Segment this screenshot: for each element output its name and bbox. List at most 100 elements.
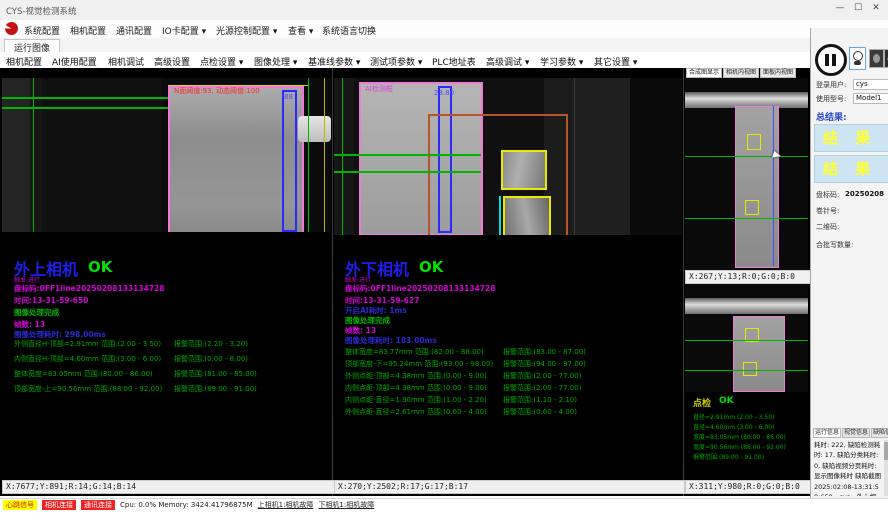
exit-button[interactable] [884,49,888,68]
tab-composite-image[interactable]: 合成图显示 [686,68,722,78]
menu-system-config[interactable]: 系统配置 [24,24,60,37]
result-box-bottom: 结 果 [814,155,888,183]
pause-button[interactable] [815,44,847,76]
bright-band [685,298,808,314]
tab-defect-info[interactable]: 缺陷信息 [871,428,888,438]
mid-baseline-v [342,78,343,235]
measurement-row: 外侧点距-顶部=4.38mm 范围:(0.00 - 9.00) 报警范围:(2.… [345,371,487,381]
measure-text: 内侧点距-顶部=4.38mm 范围:(0.00 - 9.00) [345,384,487,392]
batch-count-label: 合批写数量: [816,240,853,250]
defect-edge-line [499,196,501,235]
camera-link-badge: 相机连接 [42,500,76,510]
maximize-icon[interactable]: ☐ [850,3,866,13]
tool-spotcheck-set[interactable]: 点检设置 ▾ [200,55,243,68]
defect-box [501,150,547,190]
model-value[interactable]: Model1 [853,93,888,104]
composite-image[interactable] [685,78,808,270]
top-camera-fault-link[interactable]: 上相机1:相机故障 [258,500,314,510]
spotcheck-image[interactable] [685,284,808,392]
left-camera-image[interactable]: N面阈值:93, 动态阈值:100 88 [2,78,331,232]
vision-button[interactable] [869,49,884,68]
baseline [685,156,808,157]
tab-camera-inner-view[interactable]: 相机内视图 [723,68,759,78]
tool-learn-param[interactable]: 学习参数 ▾ [540,55,583,68]
left-result-ok: OK [88,258,112,276]
left-time: 时间:13-31-59-650 [14,295,88,306]
baseline [685,370,808,371]
measurement-row: 外侧直径H-顶部=2.91mm 范围:(2.00 - 3.50) 报警范围:(2… [14,339,161,349]
left-baseline [2,97,168,99]
tool-baseline-param[interactable]: 基准线参数 ▾ [308,55,360,68]
qr-label: 二维码: [816,222,839,232]
left-baseline-v [33,78,34,232]
alarm-text: 报警范围:(83.00 - 87.00) [503,347,586,357]
composite-view-tabs: 合成图显示 相机内视图 面板内视图 [686,68,796,78]
result-box-top: 结 果 [814,124,888,152]
spotcheck-view-panel: 点检 OK 直径=2.91mm (2.00 - 3.50) 直径=4.60mm … [685,284,808,492]
minimize-icon[interactable]: — [832,3,848,13]
reel-label: 卷针号: [816,206,839,216]
mid-measure-value: 23.80 [434,89,454,97]
view-tab-bar: 运行图像 [0,38,888,53]
tool-advanced-debug[interactable]: 高级调试 ▾ [486,55,529,68]
toolbar: 相机配置 AI使用配置 相机调试 高级设置 点检设置 ▾ 图像处理 ▾ 基准线参… [0,52,888,69]
measure-text: 整体宽度=83.05mm 范围:(80.00 - 86.00) [14,370,153,378]
spotcheck-row: 宽度=90.56mm (88.00 - 92.00) [693,442,786,451]
left-barcode: 盘标码:0FF1line20250208133134728 [14,283,164,294]
info-scrollbar-thumb[interactable] [884,442,888,460]
tool-advanced-set[interactable]: 高级设置 [154,55,190,68]
spotcheck-row: 直径=2.91mm (2.00 - 3.50) [693,412,774,421]
tool-image-process[interactable]: 图像处理 ▾ [254,55,297,68]
spotcheck-row: 宽度=83.05mm (80.00 - 86.00) [693,432,786,441]
left-measure-value: 88 [284,93,293,101]
tool-plc-table[interactable]: PLC地址表 [432,55,476,68]
camera-user-button[interactable] [849,47,866,70]
alarm-text: 报警范围:(94.00 - 97.00) [503,359,586,369]
mid-camera-image[interactable]: AI检测框 23.80 [334,78,682,235]
menu-io-config[interactable]: IO卡配置 ▾ [162,24,206,37]
menu-light-config[interactable]: 光源控制配置 ▾ [216,24,277,37]
defect-marker [743,362,757,376]
tool-other-set[interactable]: 其它设置 ▾ [594,55,637,68]
panel-divider [683,68,684,496]
mid-baseline [334,171,481,173]
menu-view[interactable]: 查看 ▾ [288,24,313,37]
title-bar: CYS-视觉检测系统 — ☐ ✕ [0,0,888,21]
tab-run-info[interactable]: 运行信息 [813,428,841,438]
workspace: N面阈值:93, 动态阈值:100 88 外上相机 OK 触发:进行 盘标码:0… [0,68,810,496]
left-baseline [2,107,168,109]
barcode-label: 盘标码: [816,190,839,200]
alarm-text: 报警范围:(2.00 - 77.00) [503,383,581,393]
tab-panel-inner-view[interactable]: 面板内视图 [760,68,796,78]
defect-marker [747,134,761,150]
camera-user-icon [853,51,863,61]
mid-process-time: 图像处理耗时: 183.00ms [345,335,437,346]
info-tab-bar: 运行信息 视觉信息 缺陷信息 [813,428,888,438]
tool-camera-config[interactable]: 相机配置 [6,55,42,68]
info-scrollbar[interactable] [884,440,888,496]
tool-ai-config[interactable]: AI使用配置 [52,55,97,68]
app-logo-icon [3,20,20,37]
left-baseline-v [308,78,309,232]
menu-camera-config[interactable]: 相机配置 [70,24,106,37]
mid-baseline [334,154,481,156]
baseline [685,218,808,219]
login-user-value[interactable]: cys [853,79,888,90]
mid-result-ok: OK [419,258,443,276]
tool-test-param[interactable]: 测试项参数 ▾ [370,55,422,68]
login-user-label: 登录用户: [816,80,846,90]
cpu-memory-readout: Cpu: 0.0% Memory: 3424.41796875M [120,501,253,509]
window-title: CYS-视觉检测系统 [6,5,76,17]
measurement-row: 整体宽度=83.77mm 范围:(82.00 - 88.00) 报警范围:(83… [345,347,484,357]
menu-comm-config[interactable]: 通讯配置 [116,24,152,37]
tool-camera-debug[interactable]: 相机调试 [108,55,144,68]
left-measure-rect [282,90,297,232]
heartbeat-badge: 心跳信号 [3,500,37,510]
tab-vision-info[interactable]: 视觉信息 [842,428,870,438]
close-icon[interactable]: ✕ [868,3,884,13]
measurement-row: 顶部宽度-下=95.24mm 范围:(93.00 - 98.00) 报警范围:(… [345,359,493,369]
bottom-camera-fault-link[interactable]: 下相机1:相机故障 [318,500,374,510]
left-process-done: 图像处理完成 [14,307,59,318]
defect-marker [745,200,759,215]
menu-language-switch[interactable]: 系统语言切换 [322,24,376,37]
